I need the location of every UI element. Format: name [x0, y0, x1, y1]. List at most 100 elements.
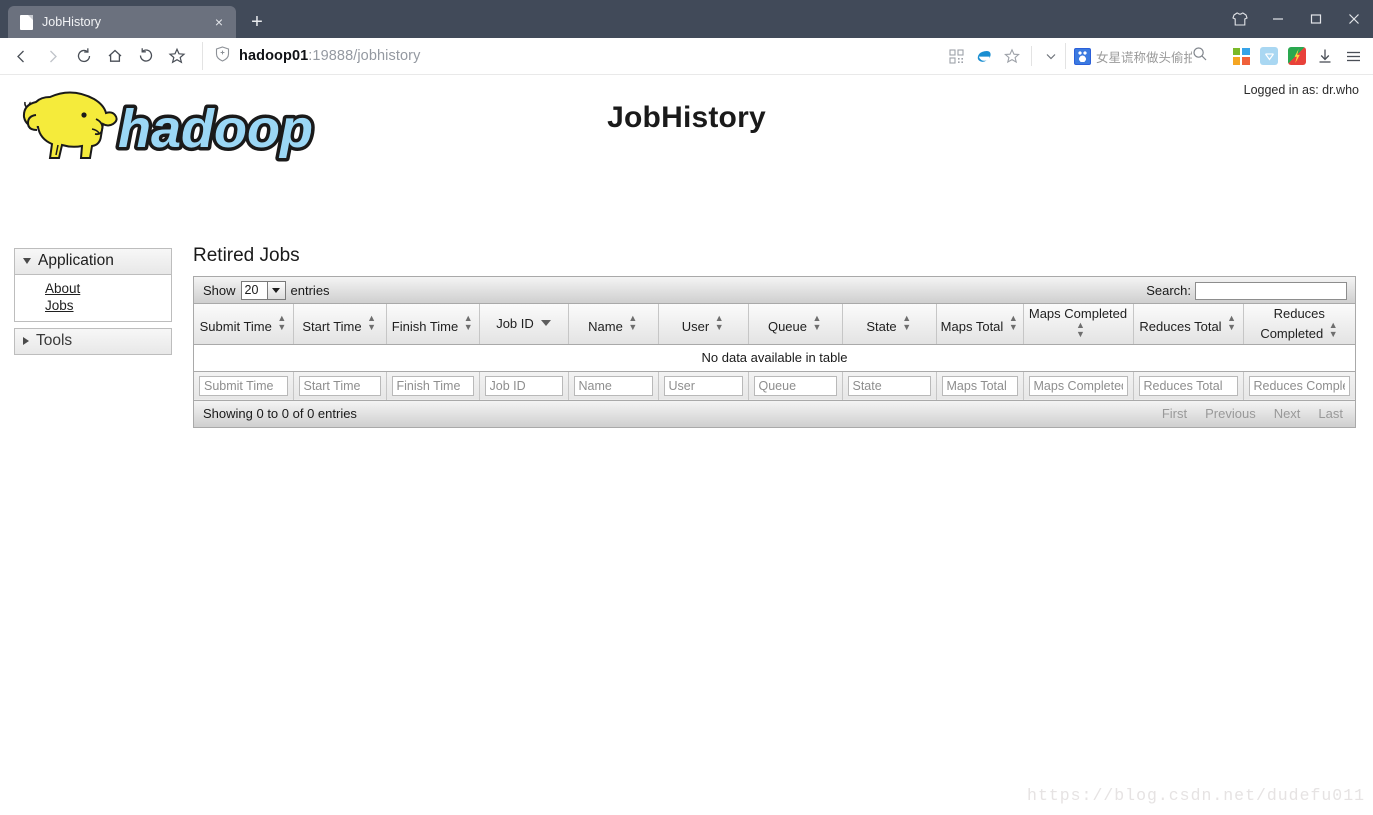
pagination-next[interactable]: Next	[1265, 403, 1310, 424]
reload-icon[interactable]	[68, 41, 99, 71]
maximize-button[interactable]	[1297, 0, 1335, 38]
page-content: Logged in as: dr.who hadoop hadoop JobHi…	[0, 75, 1373, 815]
new-tab-button[interactable]: +	[242, 7, 272, 37]
url-host: hadoop01	[239, 48, 309, 64]
entries-label: entries	[290, 282, 330, 298]
datatable-footer: Showing 0 to 0 of 0 entries First Previo…	[194, 400, 1355, 427]
column-header-start-time[interactable]: Start Time ▲ ▼	[293, 304, 387, 345]
column-header-maps-completed[interactable]: Maps Completed ▲ ▼	[1023, 304, 1134, 345]
pagination-previous[interactable]: Previous	[1196, 403, 1265, 424]
column-header-maps-total[interactable]: Maps Total ▲ ▼	[936, 304, 1024, 345]
qr-icon[interactable]	[942, 42, 970, 70]
tab-title: JobHistory	[42, 15, 102, 29]
filter-input-reduces-completed[interactable]	[1248, 375, 1350, 396]
sidebar-item-jobs[interactable]: Jobs	[45, 297, 171, 314]
sort-both-icon: ▲ ▼	[1076, 320, 1085, 340]
search-icon[interactable]	[1192, 46, 1208, 67]
sidebar-section-application-header[interactable]: Application	[15, 249, 171, 275]
sort-both-icon: ▲ ▼	[1227, 312, 1237, 332]
taobao-icon[interactable]	[1255, 42, 1283, 70]
datatable-info: Showing 0 to 0 of 0 entries	[203, 406, 357, 421]
column-header-state[interactable]: State ▲ ▼	[842, 304, 937, 345]
close-button[interactable]	[1335, 0, 1373, 38]
sidebar-section-tools-label: Tools	[36, 332, 73, 349]
sidebar-item-about[interactable]: About	[45, 280, 171, 297]
filter-cell-maps-total	[936, 371, 1024, 401]
page-length-select[interactable]: 20	[240, 280, 286, 300]
filter-input-finish-time[interactable]	[391, 375, 474, 396]
filter-input-queue[interactable]	[753, 375, 837, 396]
filter-cell-maps-completed	[1023, 371, 1134, 401]
shield-icon	[215, 45, 230, 67]
filter-input-job-id[interactable]	[484, 375, 563, 396]
sort-both-icon: ▲ ▼	[463, 312, 473, 332]
show-label: Show	[203, 282, 236, 298]
caret-down-icon	[23, 258, 31, 264]
sidebar-section-tools: Tools	[14, 328, 172, 355]
column-header-job-id[interactable]: Job ID	[479, 304, 569, 345]
empty-message: No data available in table	[194, 344, 1355, 372]
logged-in-label: Logged in as: dr.who	[1243, 83, 1359, 97]
ie-icon[interactable]	[970, 42, 998, 70]
pagination: First Previous Next Last	[1153, 403, 1352, 424]
pagination-last[interactable]: Last	[1309, 403, 1352, 424]
table-header-row: Submit Time ▲ ▼ Start Time ▲ ▼ Finish Time ▲ ▼…	[194, 304, 1355, 345]
sidebar-application-items: About Jobs	[15, 275, 171, 321]
undo-icon[interactable]	[130, 41, 161, 71]
close-icon[interactable]: ×	[210, 13, 228, 31]
star-icon[interactable]	[161, 41, 192, 71]
star-icon[interactable]	[998, 42, 1026, 70]
sort-both-icon: ▲ ▼	[1328, 320, 1338, 340]
back-icon[interactable]	[6, 41, 37, 71]
column-header-reduces-total[interactable]: Reduces Total ▲ ▼	[1133, 304, 1244, 345]
sidebar-section-tools-header[interactable]: Tools	[15, 329, 171, 354]
divider	[1031, 46, 1032, 66]
home-icon[interactable]	[99, 41, 130, 71]
address-bar-actions: 女星谎称做头偷拍	[942, 42, 1217, 70]
address-bar[interactable]: hadoop01:19888/jobhistory 女星谎称做头偷拍	[202, 42, 1223, 70]
menu-icon[interactable]	[1339, 42, 1367, 70]
filter-cell-queue	[748, 371, 843, 401]
column-header-reduces-completed[interactable]: Reduces Completed ▲ ▼	[1243, 304, 1355, 345]
filter-cell-job-id	[479, 371, 569, 401]
download-icon[interactable]	[1311, 42, 1339, 70]
filter-input-submit-time[interactable]	[199, 375, 288, 396]
filter-input-name[interactable]	[573, 375, 653, 396]
sort-both-icon: ▲ ▼	[812, 312, 822, 332]
filter-input-user[interactable]	[663, 375, 743, 396]
column-header-user[interactable]: User ▲ ▼	[658, 304, 749, 345]
filter-cell-user	[658, 371, 749, 401]
filter-input-state[interactable]	[847, 375, 931, 396]
filter-cell-name	[568, 371, 659, 401]
filter-input-maps-total[interactable]	[941, 375, 1018, 396]
column-header-submit-time[interactable]: Submit Time ▲ ▼	[194, 304, 294, 345]
browser-titlebar: JobHistory × +	[0, 0, 1373, 38]
search-input[interactable]	[1195, 281, 1347, 300]
column-header-queue[interactable]: Queue ▲ ▼	[748, 304, 843, 345]
filter-cell-reduces-total	[1133, 371, 1244, 401]
filter-input-maps-completed[interactable]	[1028, 375, 1128, 396]
section-title: Retired Jobs	[193, 245, 300, 266]
column-header-name[interactable]: Name ▲ ▼	[568, 304, 659, 345]
baidu-icon	[1074, 47, 1091, 65]
pagination-first[interactable]: First	[1153, 403, 1196, 424]
shirt-icon[interactable]	[1221, 0, 1259, 38]
filter-cell-submit-time	[194, 371, 294, 401]
filter-input-start-time[interactable]	[298, 375, 381, 396]
jobs-table: Submit Time ▲ ▼ Start Time ▲ ▼ Finish Time ▲ ▼…	[194, 304, 1355, 401]
minimize-button[interactable]	[1259, 0, 1297, 38]
sort-both-icon: ▲ ▼	[1008, 312, 1018, 332]
chevron-down-icon[interactable]	[1037, 42, 1065, 70]
forward-icon	[37, 41, 68, 71]
map-icon[interactable]	[1283, 42, 1311, 70]
column-header-finish-time[interactable]: Finish Time ▲ ▼	[386, 304, 480, 345]
table-filter-row	[194, 371, 1355, 401]
sort-both-icon: ▲ ▼	[714, 312, 724, 332]
browser-search-input[interactable]: 女星谎称做头偷拍	[1096, 47, 1192, 66]
filter-input-reduces-total[interactable]	[1138, 375, 1238, 396]
filter-cell-finish-time	[386, 371, 480, 401]
browser-search-box[interactable]: 女星谎称做头偷拍	[1065, 43, 1217, 69]
browser-tab[interactable]: JobHistory ×	[8, 6, 236, 38]
apps-icon[interactable]	[1227, 42, 1255, 70]
sidebar: Application About Jobs Tools	[14, 248, 172, 361]
